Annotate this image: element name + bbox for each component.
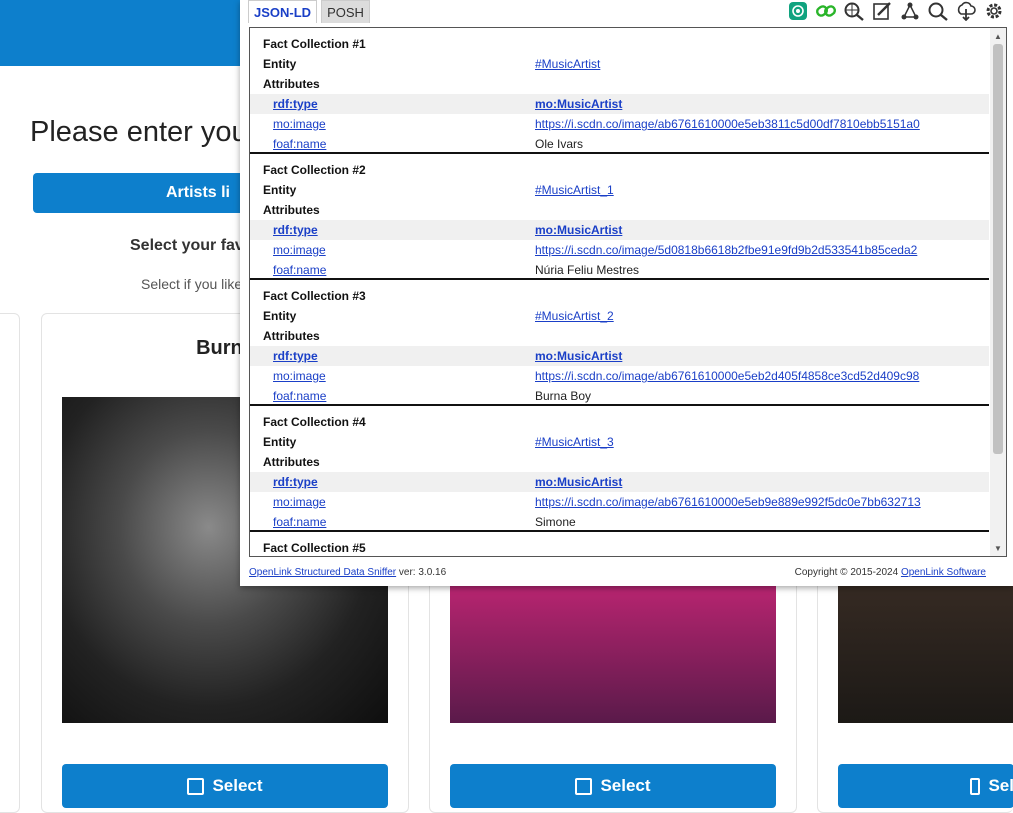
attribute-key-link[interactable]: mo:image <box>273 117 326 131</box>
entity-link[interactable]: #MusicArtist_1 <box>535 183 614 197</box>
attribute-key-link[interactable]: mo:image <box>273 243 326 257</box>
attributes-label: Attributes <box>263 203 320 217</box>
attribute-key-link[interactable]: rdf:type <box>273 97 318 111</box>
attributes-label: Attributes <box>263 329 320 343</box>
collection-title: Fact Collection #2 <box>263 163 366 177</box>
scroll-down-arrow-icon[interactable]: ▼ <box>990 540 1006 556</box>
collection-title: Fact Collection #4 <box>263 415 366 429</box>
fact-collection: Fact Collection #5 <box>250 532 989 556</box>
chatgpt-icon[interactable] <box>787 1 809 21</box>
link-icon[interactable] <box>815 1 837 21</box>
attribute-value: Simone <box>535 515 576 529</box>
entity-label: Entity <box>263 57 297 71</box>
entity-link[interactable]: #MusicArtist_3 <box>535 435 614 449</box>
checkbox-icon <box>970 777 981 795</box>
version-text: ver: 3.0.16 <box>396 567 447 578</box>
collection-title: Fact Collection #1 <box>263 37 366 51</box>
attribute-value-link[interactable]: mo:MusicArtist <box>535 349 622 363</box>
checkbox-icon <box>187 777 205 795</box>
select-button-label: Sel <box>988 776 1013 795</box>
company-link[interactable]: OpenLink Software <box>901 567 986 578</box>
attribute-key-link[interactable]: foaf:name <box>273 515 326 529</box>
upload-icon[interactable] <box>955 1 977 21</box>
entity-label: Entity <box>263 309 297 323</box>
structured-data-sniffer-panel: JSON-LD POSH Fact Collection #1 Entity #… <box>240 0 1013 586</box>
fact-collection: Fact Collection #2 Entity #MusicArtist_1 … <box>250 154 989 280</box>
select-artist-button[interactable]: Select <box>450 764 776 808</box>
attributes-label: Attributes <box>263 77 320 91</box>
scroll-up-arrow-icon[interactable]: ▲ <box>990 28 1006 44</box>
facts-scrollbar[interactable]: ▲ ▼ <box>990 28 1006 556</box>
attribute-key-link[interactable]: mo:image <box>273 369 326 383</box>
select-instructions-text: Select if you like <box>141 276 243 292</box>
select-button-label: Select <box>212 776 263 795</box>
attribute-value-link[interactable]: https://i.scdn.co/image/ab6761610000e5eb… <box>535 369 919 383</box>
attributes-label: Attributes <box>263 455 320 469</box>
sniffer-footer-version: OpenLink Structured Data Sniffer ver: 3.… <box>249 567 446 578</box>
attribute-value-link[interactable]: mo:MusicArtist <box>535 475 622 489</box>
facts-panel: Fact Collection #1 Entity #MusicArtist At… <box>249 27 1007 557</box>
edit-icon[interactable] <box>871 1 893 21</box>
search-globe-icon[interactable] <box>843 1 865 21</box>
select-artist-button[interactable]: Select <box>62 764 388 808</box>
attribute-key-link[interactable]: rdf:type <box>273 223 318 237</box>
collection-title: Fact Collection #3 <box>263 289 366 303</box>
attribute-value-link[interactable]: mo:MusicArtist <box>535 97 622 111</box>
artist-card-partial <box>0 313 20 813</box>
collection-title: Fact Collection #5 <box>263 541 366 555</box>
select-artist-button[interactable]: Sel <box>838 764 1013 808</box>
entity-link[interactable]: #MusicArtist <box>535 57 600 71</box>
attribute-key-link[interactable]: mo:image <box>273 495 326 509</box>
settings-icon[interactable] <box>983 1 1005 21</box>
sniffer-footer-copyright: Copyright © 2015-2024 OpenLink Software <box>795 567 986 578</box>
entity-label: Entity <box>263 435 297 449</box>
attribute-value-link[interactable]: https://i.scdn.co/image/ab6761610000e5eb… <box>535 495 921 509</box>
attribute-key-link[interactable]: foaf:name <box>273 389 326 403</box>
graph-icon[interactable] <box>899 1 921 21</box>
copyright-text: Copyright © 2015-2024 <box>794 567 901 578</box>
select-favorites-heading: Select your favo <box>130 237 254 254</box>
format-tabs: JSON-LD POSH <box>248 0 370 24</box>
entity-link[interactable]: #MusicArtist_2 <box>535 309 614 323</box>
attribute-key-link[interactable]: foaf:name <box>273 263 326 277</box>
attribute-value: Ole Ivars <box>535 137 584 151</box>
attribute-key-link[interactable]: foaf:name <box>273 137 326 151</box>
checkbox-icon <box>575 777 593 795</box>
attribute-value: Burna Boy <box>535 389 592 403</box>
fact-collection: Fact Collection #3 Entity #MusicArtist_2 … <box>250 280 989 406</box>
attribute-value-link[interactable]: https://i.scdn.co/image/ab6761610000e5eb… <box>535 117 920 131</box>
sniffer-toolbar <box>787 0 1005 22</box>
fact-collection: Fact Collection #4 Entity #MusicArtist_3 … <box>250 406 989 532</box>
page-heading: Please enter you <box>30 116 248 148</box>
attribute-value-link[interactable]: https://i.scdn.co/image/5d0818b6618b2fbe… <box>535 243 917 257</box>
attribute-key-link[interactable]: rdf:type <box>273 349 318 363</box>
tab-posh[interactable]: POSH <box>321 0 370 23</box>
tab-json-ld[interactable]: JSON-LD <box>248 0 318 23</box>
entity-label: Entity <box>263 183 297 197</box>
attribute-value: Núria Feliu Mestres <box>535 263 640 277</box>
fact-collection: Fact Collection #1 Entity #MusicArtist At… <box>250 28 989 154</box>
fact-collections-list: Fact Collection #1 Entity #MusicArtist At… <box>250 28 989 556</box>
search-icon[interactable] <box>927 1 949 21</box>
attribute-key-link[interactable]: rdf:type <box>273 475 318 489</box>
attribute-value-link[interactable]: mo:MusicArtist <box>535 223 622 237</box>
sniffer-home-link[interactable]: OpenLink Structured Data Sniffer <box>249 567 396 578</box>
scrollbar-thumb[interactable] <box>993 44 1003 454</box>
select-button-label: Select <box>600 776 651 795</box>
